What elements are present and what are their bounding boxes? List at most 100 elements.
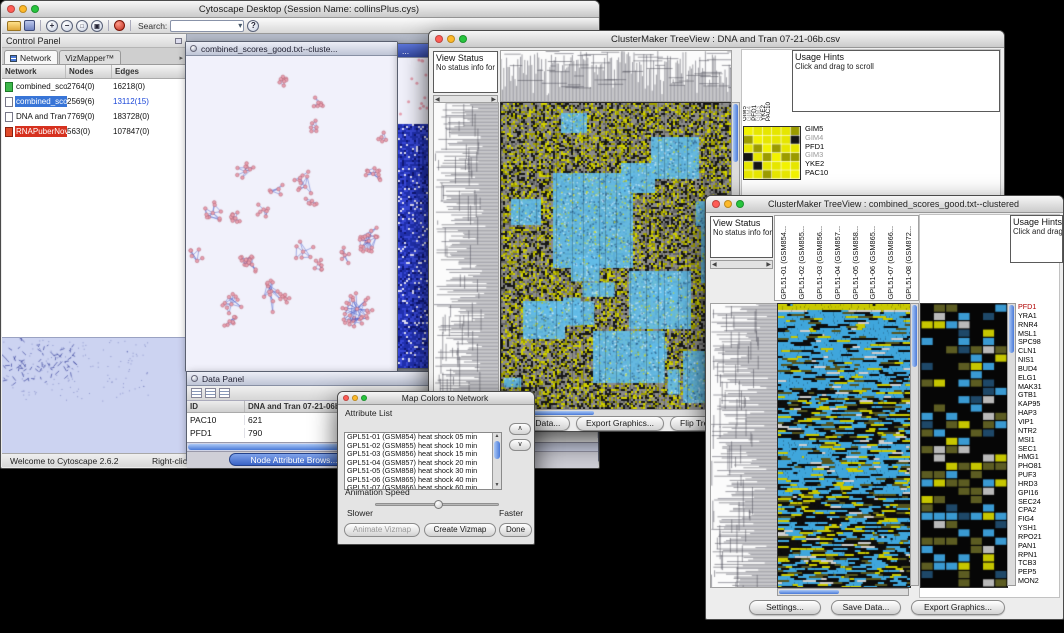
heatmap-hscrollbar[interactable] xyxy=(777,588,909,596)
maximize-button[interactable] xyxy=(361,395,367,401)
tab-vizmapper[interactable]: VizMapper™ xyxy=(59,50,121,64)
create-attribute-icon[interactable] xyxy=(205,388,216,398)
scrollbar-thumb[interactable] xyxy=(494,441,500,459)
maximize-button[interactable] xyxy=(459,35,467,43)
scrollbar-thumb[interactable] xyxy=(733,104,738,162)
treeview-combined-title: ClusterMaker TreeView : combined_scores_… xyxy=(730,199,1057,209)
gene2-item[interactable]: MON2 xyxy=(1018,577,1064,586)
tab-network[interactable]: Network xyxy=(4,50,58,64)
network-graph-canvas[interactable] xyxy=(186,56,397,371)
network-name: combined_sco xyxy=(15,96,67,107)
tab-vizmapper-label: VizMapper™ xyxy=(65,53,114,63)
usage-hints-panel: Usage Hints Click and drag to scroll xyxy=(1010,215,1063,263)
settings-button[interactable]: Settings... xyxy=(749,600,821,615)
network-table: combined_scores2764(0)16218(0)combined_s… xyxy=(2,79,186,139)
zoom-in-icon[interactable] xyxy=(46,20,58,32)
network-row[interactable]: combined_sco2569(6)13112(15) xyxy=(2,94,186,109)
status-scrollbar[interactable]: ◀▶ xyxy=(710,260,773,269)
col-network[interactable]: Network xyxy=(2,65,66,78)
close-button[interactable] xyxy=(712,200,720,208)
network-view-titlebar: combined_scores_good.txt--cluste... xyxy=(186,42,397,56)
background-view-titlebar[interactable]: ... xyxy=(398,44,431,58)
gene-dendrogram[interactable] xyxy=(433,102,499,410)
zoom-vscrollbar[interactable] xyxy=(1007,303,1016,586)
desktop: Cytoscape Desktop (Session Name: collins… xyxy=(0,0,1064,633)
animation-speed-slider[interactable] xyxy=(375,503,499,506)
select-attributes-icon[interactable] xyxy=(191,388,202,398)
rotlab2-item: GPL51-05 (GSM858... xyxy=(847,226,865,300)
list-vscrollbar[interactable]: ▲ ▼ xyxy=(492,433,501,489)
control-panel-tabs: Network VizMapper™ ▸ xyxy=(2,48,186,65)
scroll-down-icon[interactable]: ▼ xyxy=(493,482,501,489)
treeview-combined-window: ClusterMaker TreeView : combined_scores_… xyxy=(705,195,1064,620)
treeview-dna-titlebar[interactable]: ClusterMaker TreeView : DNA and Tran 07-… xyxy=(429,31,1004,48)
heatmap-zoom-view[interactable] xyxy=(920,303,1008,588)
close-button[interactable] xyxy=(7,5,15,13)
save-session-icon[interactable] xyxy=(24,20,35,31)
col-id[interactable]: ID xyxy=(187,401,245,412)
treeview-dna-title: ClusterMaker TreeView : DNA and Tran 07-… xyxy=(453,34,998,45)
col-nodes[interactable]: Nodes xyxy=(66,65,112,78)
attribute-listbox[interactable]: GPL51-01 (GSM854) heat shock 05 minGPL51… xyxy=(344,432,502,490)
network-file-icon xyxy=(5,82,13,92)
heatmap-global-view[interactable] xyxy=(777,303,911,588)
heatmap-vscrollbar[interactable] xyxy=(910,303,919,586)
move-down-button[interactable]: ∨ xyxy=(509,439,531,451)
view-status-title: View Status xyxy=(436,53,495,63)
search-input[interactable] xyxy=(170,20,244,32)
network-edges: 183728(0) xyxy=(113,112,186,121)
annotation-icon[interactable] xyxy=(114,20,125,31)
float-panel-icon[interactable] xyxy=(175,38,182,44)
network-nodes: 7769(0) xyxy=(67,112,113,121)
minimize-button[interactable] xyxy=(19,5,27,13)
gene-dendrogram[interactable] xyxy=(710,303,778,588)
move-up-button[interactable]: ∧ xyxy=(509,423,531,435)
network-overview-pane[interactable] xyxy=(2,337,186,453)
treeview-combined-titlebar[interactable]: ClusterMaker TreeView : combined_scores_… xyxy=(706,196,1063,213)
faster-label: Faster xyxy=(499,508,523,518)
open-session-icon[interactable] xyxy=(7,21,21,31)
dialog-titlebar[interactable]: Map Colors to Network xyxy=(338,392,534,405)
close-button[interactable] xyxy=(435,35,443,43)
network-overview-canvas[interactable] xyxy=(2,338,185,452)
export-graphics-button[interactable]: Export Graphics... xyxy=(576,416,664,431)
background-view-title: ... xyxy=(402,46,409,56)
network-tree-area xyxy=(2,139,186,337)
scrollbar-thumb[interactable] xyxy=(779,590,839,594)
zoom-selected-icon[interactable] xyxy=(76,20,88,32)
correlation-matrix[interactable] xyxy=(743,126,801,180)
maximize-button[interactable] xyxy=(31,5,39,13)
view-status-text: No status info for this view xyxy=(713,228,770,237)
save-data-button[interactable]: Save Data... xyxy=(831,600,901,615)
background-view-window: ... xyxy=(397,43,432,369)
export-graphics-button[interactable]: Export Graphics... xyxy=(911,600,1005,615)
done-button[interactable]: Done xyxy=(499,523,532,537)
network-row[interactable]: RNAPuberNov2+563(0)107847(0) xyxy=(2,124,186,139)
network-file-icon xyxy=(5,112,13,122)
column-dendrogram[interactable] xyxy=(500,50,732,102)
create-vizmap-button[interactable]: Create Vizmap xyxy=(424,523,496,537)
col-edges[interactable]: Edges xyxy=(112,65,186,78)
scrollbar-thumb[interactable] xyxy=(1009,305,1014,353)
minimize-button[interactable] xyxy=(447,35,455,43)
close-button[interactable] xyxy=(343,395,349,401)
scrollbar-thumb[interactable] xyxy=(912,305,917,367)
maximize-button[interactable] xyxy=(736,200,744,208)
network-row[interactable]: DNA and Tran 07769(0)183728(0) xyxy=(2,109,186,124)
zoom-fit-icon[interactable] xyxy=(91,20,103,32)
background-network-canvas[interactable] xyxy=(398,58,431,368)
zoom-out-icon[interactable] xyxy=(61,20,73,32)
minimize-button[interactable] xyxy=(352,395,358,401)
dialog-body: Attribute List GPL51-01 (GSM854) heat sh… xyxy=(339,405,533,543)
help-icon[interactable] xyxy=(247,20,259,32)
heatmap-global-view[interactable] xyxy=(500,102,732,410)
minimize-button[interactable] xyxy=(724,200,732,208)
gene1-item[interactable]: PAC10 xyxy=(805,169,849,178)
scroll-up-icon[interactable]: ▲ xyxy=(493,433,501,440)
animate-vizmap-button[interactable]: Animate Vizmap xyxy=(344,523,420,537)
network-name: combined_scores xyxy=(15,81,67,92)
network-row[interactable]: combined_scores2764(0)16218(0) xyxy=(2,79,186,94)
delete-attribute-icon[interactable] xyxy=(219,388,230,398)
slider-thumb[interactable] xyxy=(434,500,443,509)
main-titlebar[interactable]: Cytoscape Desktop (Session Name: collins… xyxy=(1,1,599,18)
